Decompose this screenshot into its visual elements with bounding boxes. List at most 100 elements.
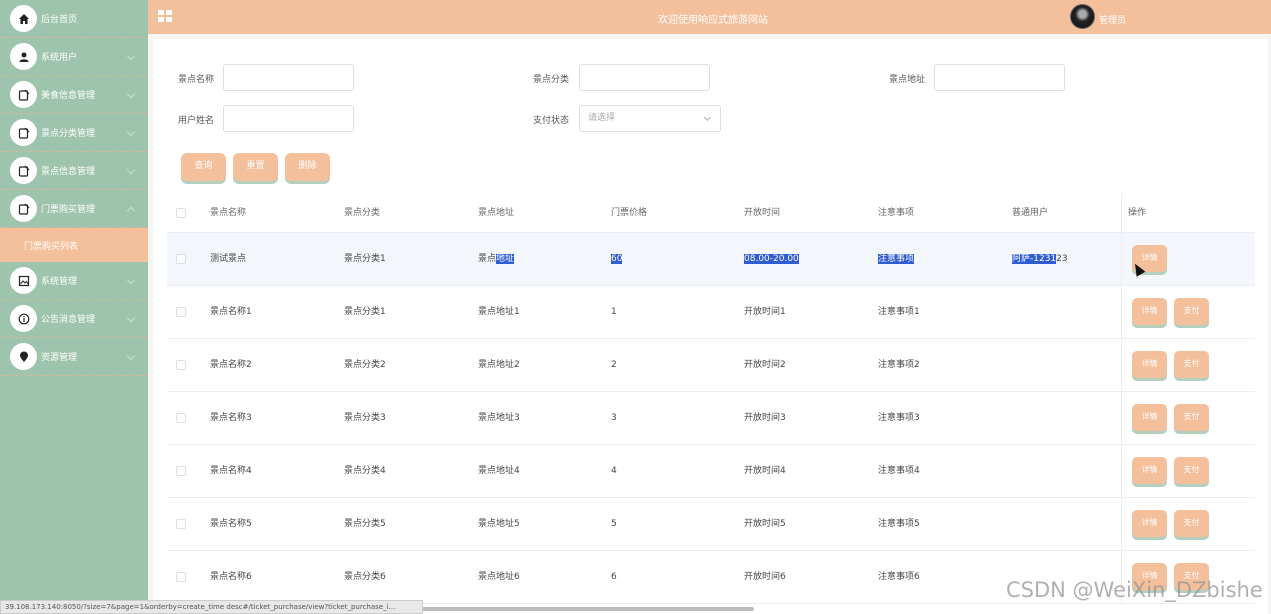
pay-status-placeholder: 请选择 <box>588 113 616 123</box>
chevron-down-icon <box>126 275 136 285</box>
scenic-category-label: 景点分类 <box>533 75 570 85</box>
cell-category: 景点分类1 <box>344 254 386 264</box>
sidebar-item-system[interactable]: 系统管理 <box>0 262 148 300</box>
query-button[interactable]: 查询 <box>181 153 226 181</box>
scenic-address-input[interactable] <box>934 64 1065 91</box>
cell-name: 景点名称4 <box>210 466 252 476</box>
row-checkbox[interactable] <box>176 519 186 529</box>
row-checkbox[interactable] <box>176 572 186 582</box>
detail-button[interactable]: 详情 <box>1132 404 1167 431</box>
cell-category: 景点分类3 <box>344 413 386 423</box>
pay-button[interactable]: 支付 <box>1174 510 1209 537</box>
cell-open-selected: 08.00-20.00 <box>744 254 799 264</box>
sidebar-item-home[interactable]: 后台首页 <box>0 0 148 38</box>
sidebar-subitem-label: 门票购买列表 <box>24 241 79 252</box>
sidebar-item-label: 资源管理 <box>41 353 78 363</box>
row-checkbox[interactable] <box>176 413 186 423</box>
cell-open-time: 开放时间3 <box>744 413 786 423</box>
row-checkbox[interactable] <box>176 466 186 476</box>
column-header[interactable]: 门票价格 <box>611 193 647 233</box>
scenic-name-input[interactable] <box>223 64 354 91</box>
current-user-name[interactable]: 管理员 <box>1099 13 1126 26</box>
table-row[interactable]: 景点名称5 景点分类5 景点地址5 5 开放时间5 注意事项5 详情 支付 <box>167 498 1255 551</box>
table-row[interactable]: 景点名称1 景点分类1 景点地址1 1 开放时间1 注意事项1 详情 支付 <box>167 286 1255 339</box>
edit-icon <box>10 81 37 108</box>
reset-button[interactable]: 重置 <box>233 153 278 181</box>
delete-button[interactable]: 删除 <box>285 153 330 181</box>
sidebar-item-label: 公告消息管理 <box>41 315 96 325</box>
cell-notes-selected: 注意事项 <box>878 254 915 264</box>
pay-button[interactable]: 支付 <box>1174 298 1209 325</box>
sidebar-item-resources[interactable]: 资源管理 <box>0 338 148 376</box>
table-row[interactable]: 景点名称3 景点分类3 景点地址3 3 开放时间3 注意事项3 详情 支付 <box>167 392 1255 445</box>
sidebar-item-label: 系统用户 <box>41 53 78 63</box>
sidebar-item-announcements[interactable]: 公告消息管理 <box>0 300 148 338</box>
detail-button[interactable]: 详情 <box>1132 298 1167 325</box>
table-row[interactable]: 景点名称4 景点分类4 景点地址4 4 开放时间4 注意事项4 详情 支付 <box>167 445 1255 498</box>
fixed-column-divider <box>1121 286 1122 338</box>
cell-user-part: 23 <box>1056 254 1068 264</box>
cell-name: 景点名称6 <box>210 572 252 582</box>
fixed-column-divider <box>1121 193 1122 232</box>
column-header[interactable]: 普通用户 <box>1012 193 1048 233</box>
pay-button[interactable]: 支付 <box>1174 404 1209 431</box>
cell-notes: 注意事项6 <box>878 572 920 582</box>
sidebar-item-scenic-category[interactable]: 景点分类管理 <box>0 114 148 152</box>
edit-icon <box>10 119 37 146</box>
sidebar-subitem-ticket-list[interactable]: 门票购买列表 <box>0 228 148 262</box>
column-header[interactable]: 注意事项 <box>878 193 914 233</box>
table-row[interactable]: 测试景点 景点分类1 景点地址 60 08.00-20.00 注意事项 阿萨-1… <box>167 233 1255 286</box>
cell-address: 景点地址 <box>478 233 515 286</box>
column-header[interactable]: 景点分类 <box>344 193 380 233</box>
row-checkbox[interactable] <box>176 254 186 264</box>
cell-open-time: 开放时间4 <box>744 466 786 476</box>
sidebar-item-label: 门票购买管理 <box>41 205 96 215</box>
fixed-column-divider <box>1121 339 1122 391</box>
username-label: 用户姓名 <box>178 116 215 126</box>
scenic-address-label: 景点地址 <box>889 75 926 85</box>
table-header-row: 景点名称 景点分类 景点地址 门票价格 开放时间 注意事项 普通用户 操作 <box>167 193 1255 233</box>
scenic-name-label: 景点名称 <box>178 75 215 85</box>
detail-button[interactable]: 详情 <box>1132 351 1167 378</box>
cell-notes: 注意事项3 <box>878 413 920 423</box>
sidebar-item-ticket-purchase[interactable]: 门票购买管理 <box>0 190 148 228</box>
sidebar-item-label: 后台首页 <box>41 15 78 25</box>
table-row[interactable]: 景点名称2 景点分类2 景点地址2 2 开放时间2 注意事项2 详情 支付 <box>167 339 1255 392</box>
cell-address: 景点地址4 <box>478 466 520 476</box>
cell-name: 景点名称1 <box>210 307 252 317</box>
username-input[interactable] <box>223 105 354 132</box>
pay-status-select[interactable]: 请选择 <box>579 105 721 132</box>
detail-button[interactable]: 详情 <box>1132 457 1167 484</box>
cell-price: 1 <box>611 307 617 317</box>
avatar[interactable] <box>1070 4 1095 29</box>
detail-button[interactable]: 详情 <box>1132 510 1167 537</box>
pay-button[interactable]: 支付 <box>1174 457 1209 484</box>
cell-notes: 注意事项4 <box>878 466 920 476</box>
column-header[interactable]: 景点地址 <box>478 193 514 233</box>
row-checkbox[interactable] <box>176 307 186 317</box>
sidebar-item-food[interactable]: 美食信息管理 <box>0 76 148 114</box>
cell-notes: 注意事项2 <box>878 360 920 370</box>
column-header: 操作 <box>1128 208 1147 218</box>
column-header[interactable]: 景点名称 <box>210 193 246 233</box>
scenic-category-input[interactable] <box>579 64 710 91</box>
row-checkbox[interactable] <box>176 360 186 370</box>
cell-price: 4 <box>611 466 617 476</box>
cell-price-selected: 60 <box>611 254 623 264</box>
sidebar-item-users[interactable]: 系统用户 <box>0 38 148 76</box>
sidebar-item-scenic-info[interactable]: 景点信息管理 <box>0 152 148 190</box>
chevron-down-icon <box>126 127 136 137</box>
cell-category: 景点分类1 <box>344 307 386 317</box>
column-header[interactable]: 开放时间 <box>744 193 780 233</box>
cell-price: 60 <box>611 233 623 286</box>
cell-notes: 注意事项 <box>878 233 915 286</box>
select-all-checkbox[interactable] <box>176 208 186 218</box>
sidebar-item-label: 景点信息管理 <box>41 167 96 177</box>
cell-user-selected: 阿萨-1231 <box>1012 254 1057 264</box>
cell-user: 阿萨-123123 <box>1012 233 1068 286</box>
cell-open-time: 开放时间5 <box>744 519 786 529</box>
pay-button[interactable]: 支付 <box>1174 351 1209 378</box>
cell-notes: 注意事项1 <box>878 307 920 317</box>
cell-name: 景点名称3 <box>210 413 252 423</box>
top-header: 欢迎使用响应式旅游网站 管理员 <box>148 0 1271 34</box>
